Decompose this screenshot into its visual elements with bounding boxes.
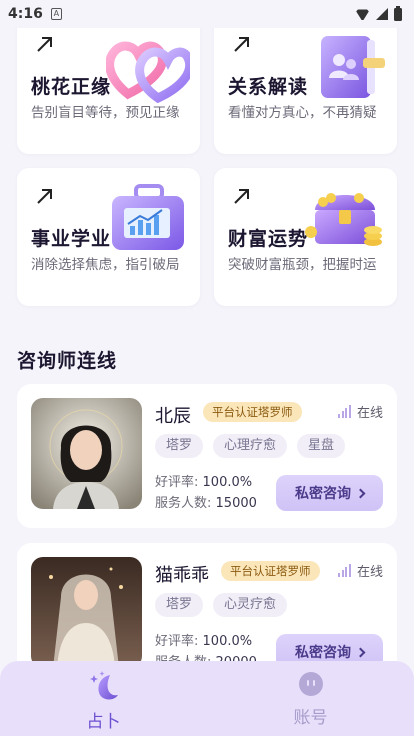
service-desc: 看懂对方真心，不再猜疑 (228, 105, 377, 121)
status-label: 在线 (356, 406, 383, 421)
private-consult-button[interactable]: 私密咨询 (276, 475, 383, 511)
rating-label: 好评率: (155, 475, 199, 490)
reader-photo (31, 557, 142, 668)
served-value: 15000 (215, 496, 257, 511)
tag: 心理疗愈 (213, 434, 288, 458)
rating-value: 100.0% (202, 634, 253, 649)
arrow-up-right-icon (37, 37, 52, 52)
briefcase-art-icon (112, 184, 184, 250)
reader-name: 北辰 (155, 406, 191, 427)
button-label: 私密咨询 (295, 645, 351, 661)
service-desc: 突破财富瓶颈，把握时运 (228, 257, 377, 273)
battery-icon (394, 5, 402, 21)
service-title: 关系解读 (228, 76, 309, 98)
button-label: 私密咨询 (295, 486, 351, 502)
status-label: 在线 (356, 565, 383, 580)
signal-bars-icon (338, 564, 351, 577)
moon-stars-icon (89, 671, 118, 700)
arrow-up-right-icon (234, 189, 249, 204)
rating-value: 100.0% (202, 475, 253, 490)
service-title: 事业学业 (31, 228, 112, 250)
status-bar: 4:16 A (0, 0, 414, 28)
served-label: 服务人数: (155, 496, 212, 511)
service-card-relationship[interactable]: 关系解读 看懂对方真心，不再猜疑 (214, 16, 397, 154)
service-desc: 告别盲目等待，预见正缘 (31, 105, 180, 121)
arrow-up-right-icon (234, 37, 249, 52)
reader-stats: 好评率: 100.0% 服务人数: 15000 (155, 472, 257, 514)
tab-account[interactable]: 账号 (207, 661, 414, 736)
certified-badge: 平台认证塔罗师 (203, 402, 302, 422)
book-art-icon (321, 36, 385, 98)
online-status: 在线 (338, 402, 383, 421)
service-card-career[interactable]: 事业学业 消除选择焦虑，指引破局 (17, 168, 200, 306)
tab-divination[interactable]: 占卜 (0, 661, 207, 736)
bottom-tab-bar: 占卜 账号 (0, 661, 414, 736)
treasure-chest-art-icon (305, 193, 382, 246)
service-card-love[interactable]: 桃花正缘 告别盲目等待，预见正缘 (17, 16, 200, 154)
cell-signal-icon (376, 8, 388, 20)
reader-card[interactable]: 北辰 平台认证塔罗师 在线 塔罗 心理疗愈 星盘 好评率: 100.0% 服务人… (17, 384, 397, 528)
tag: 塔罗 (155, 434, 204, 458)
tag: 塔罗 (155, 593, 204, 617)
status-time: 4:16 (8, 6, 43, 22)
certified-badge: 平台认证塔罗师 (221, 561, 320, 581)
tab-label: 占卜 (86, 712, 121, 732)
hearts-art-icon (106, 41, 190, 104)
main-scroll[interactable]: 桃花正缘 告别盲目等待，预见正缘 关系解读 看懂对方真心，不再猜疑 事业学业 消… (0, 0, 414, 736)
service-desc: 消除选择焦虑，指引破局 (31, 257, 180, 273)
service-grid: 桃花正缘 告别盲目等待，预见正缘 关系解读 看懂对方真心，不再猜疑 事业学业 消… (17, 16, 397, 306)
tag-list: 塔罗 心灵疗愈 (155, 593, 288, 617)
section-title: 咨询师连线 (17, 350, 118, 372)
rating-label: 好评率: (155, 634, 199, 649)
signal-bars-icon (338, 405, 351, 418)
arrow-up-right-icon (37, 189, 52, 204)
service-card-wealth[interactable]: 财富运势 突破财富瓶颈，把握时运 (214, 168, 397, 306)
reader-photo (31, 398, 142, 509)
sim-icon: A (50, 8, 62, 20)
reader-name: 猫乖乖 (155, 565, 209, 586)
wifi-icon (355, 8, 370, 20)
online-status: 在线 (338, 561, 383, 580)
face-icon (298, 672, 323, 696)
chevron-right-icon (355, 647, 366, 658)
tag-list: 塔罗 心理疗愈 星盘 (155, 434, 346, 458)
tag: 心灵疗愈 (213, 593, 288, 617)
tag: 星盘 (297, 434, 346, 458)
chevron-right-icon (355, 488, 366, 499)
tab-label: 账号 (293, 708, 328, 728)
service-title: 财富运势 (228, 228, 309, 250)
service-title: 桃花正缘 (31, 76, 112, 98)
